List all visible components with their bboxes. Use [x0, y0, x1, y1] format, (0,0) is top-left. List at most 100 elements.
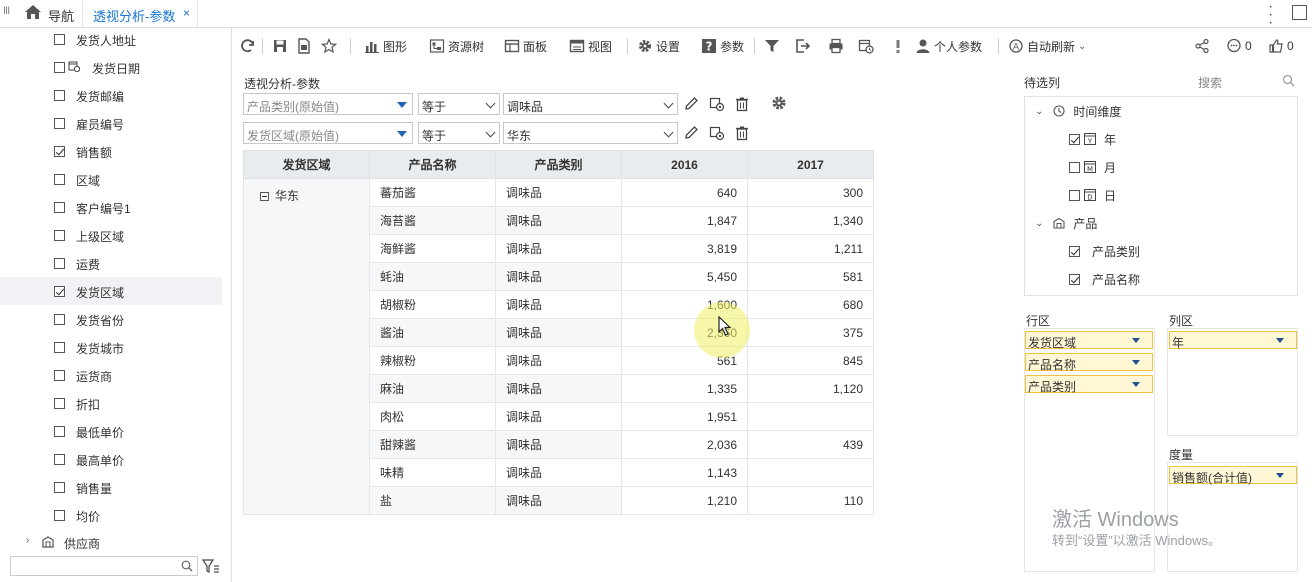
- field-chip[interactable]: 发货区域: [1025, 331, 1153, 350]
- chevron-down-icon[interactable]: ⌄: [1035, 106, 1043, 117]
- collapse-minus-icon[interactable]: [260, 192, 269, 201]
- field-checkbox[interactable]: [54, 342, 65, 353]
- field-checkbox[interactable]: [54, 482, 65, 493]
- tree-item[interactable]: M月: [1069, 157, 1116, 177]
- alert-button[interactable]: [890, 36, 909, 56]
- refresh-button[interactable]: [240, 36, 259, 56]
- filter-settings-gear-icon[interactable]: [771, 95, 787, 111]
- field-search-input[interactable]: [10, 556, 198, 576]
- field-item[interactable]: 区域: [0, 165, 222, 193]
- filter-operator-dropdown[interactable]: 等于: [418, 122, 500, 144]
- tree-item[interactable]: Y年: [1069, 129, 1116, 149]
- auto-refresh-button[interactable]: A 自动刷新 ⌄: [1008, 36, 1086, 56]
- graph-button[interactable]: 图形: [364, 36, 407, 56]
- field-checkbox[interactable]: [54, 62, 65, 73]
- edit-pencil-icon[interactable]: [683, 96, 699, 112]
- personal-params-button[interactable]: 个人参数: [915, 36, 982, 56]
- delete-trash-icon[interactable]: [734, 96, 750, 112]
- filter-field-dropdown[interactable]: 发货区域(原始值): [243, 122, 413, 144]
- tree-item-checkbox[interactable]: [1069, 245, 1080, 257]
- field-item[interactable]: 发货城市: [0, 333, 222, 361]
- search-icon[interactable]: [1282, 74, 1295, 87]
- view-button[interactable]: 视图: [569, 36, 612, 56]
- field-item[interactable]: 折扣: [0, 389, 222, 417]
- chip-dropdown-icon[interactable]: [1276, 338, 1284, 343]
- share-button[interactable]: [1194, 36, 1213, 56]
- tab-close-icon[interactable]: ×: [183, 6, 190, 20]
- field-item[interactable]: 发货邮编: [0, 81, 222, 109]
- tree-item[interactable]: 产品名称: [1069, 269, 1140, 289]
- window-restore-icon[interactable]: [1292, 5, 1307, 20]
- menu-icon[interactable]: III: [3, 5, 10, 17]
- tab-pivot-analysis[interactable]: 透视分析-参数 ×: [82, 0, 198, 28]
- panel-button[interactable]: 面板: [504, 36, 547, 56]
- column-header[interactable]: 2017: [747, 150, 874, 179]
- field-checkbox[interactable]: [54, 146, 65, 157]
- field-checkbox[interactable]: [54, 202, 65, 213]
- field-checkbox[interactable]: [54, 454, 65, 465]
- expand-arrow-icon[interactable]: ›: [26, 535, 29, 546]
- tree-item-checkbox[interactable]: [1069, 273, 1080, 285]
- tree-node-product[interactable]: ⌄ 产品: [1035, 213, 1097, 233]
- save-as-button[interactable]: [296, 36, 315, 56]
- like-button[interactable]: 0: [1268, 36, 1294, 56]
- field-checkbox[interactable]: [54, 286, 65, 297]
- candidate-search-input[interactable]: 搜索: [1198, 74, 1222, 91]
- schedule-button[interactable]: [858, 36, 877, 56]
- field-chip[interactable]: 年: [1169, 331, 1297, 350]
- field-chip[interactable]: 产品名称: [1025, 353, 1153, 372]
- chevron-down-icon[interactable]: ⌄: [1035, 218, 1043, 229]
- field-checkbox[interactable]: [54, 314, 65, 325]
- field-checkbox[interactable]: [54, 398, 65, 409]
- field-item[interactable]: 发货省份: [0, 305, 222, 333]
- nav-label[interactable]: 导航: [48, 6, 74, 25]
- field-item[interactable]: 运货商: [0, 361, 222, 389]
- field-item[interactable]: 销售额: [0, 137, 222, 165]
- tree-node-supplier[interactable]: › 供应商: [0, 530, 222, 554]
- filter-list-icon[interactable]: [202, 558, 220, 574]
- column-header[interactable]: 产品名称: [369, 150, 496, 179]
- tree-item-checkbox[interactable]: [1069, 133, 1080, 145]
- field-checkbox[interactable]: [54, 118, 65, 129]
- save-button[interactable]: [272, 36, 291, 56]
- tree-item[interactable]: D日: [1069, 185, 1116, 205]
- field-item[interactable]: 发货日期: [0, 53, 222, 81]
- field-checkbox[interactable]: [54, 258, 65, 269]
- field-checkbox[interactable]: [54, 34, 65, 45]
- edit-pencil-icon[interactable]: [683, 125, 699, 141]
- field-chip[interactable]: 产品类别: [1025, 375, 1153, 394]
- copy-settings-icon[interactable]: [709, 96, 725, 112]
- field-checkbox[interactable]: [54, 370, 65, 381]
- chip-dropdown-icon[interactable]: [1276, 473, 1284, 478]
- chip-dropdown-icon[interactable]: [1132, 360, 1140, 365]
- field-item[interactable]: 运费: [0, 249, 222, 277]
- tree-node-time-dimension[interactable]: ⌄ 时间维度: [1035, 101, 1121, 121]
- filter-operator-dropdown[interactable]: 等于: [418, 93, 500, 115]
- favorite-button[interactable]: [321, 36, 340, 56]
- tree-item[interactable]: 产品类别: [1069, 241, 1140, 261]
- column-header[interactable]: 2016: [621, 150, 748, 179]
- resource-tree-button[interactable]: 资源树: [429, 36, 484, 56]
- field-checkbox[interactable]: [54, 230, 65, 241]
- params-button[interactable]: ? 参数: [701, 36, 744, 56]
- filter-value-dropdown[interactable]: 调味品: [503, 93, 678, 115]
- field-checkbox[interactable]: [54, 426, 65, 437]
- field-item[interactable]: 均价: [0, 501, 222, 529]
- field-chip[interactable]: 销售额(合计值): [1169, 466, 1297, 485]
- delete-trash-icon[interactable]: [734, 125, 750, 141]
- field-checkbox[interactable]: [54, 174, 65, 185]
- field-item[interactable]: 最低单价: [0, 417, 222, 445]
- field-item[interactable]: 上级区域: [0, 221, 222, 249]
- settings-button[interactable]: 设置: [637, 36, 680, 56]
- chip-dropdown-icon[interactable]: [1132, 382, 1140, 387]
- field-item[interactable]: 客户编号1: [0, 193, 222, 221]
- filter-field-dropdown[interactable]: 产品类别(原始值): [243, 93, 413, 115]
- field-item[interactable]: 发货人地址: [0, 25, 222, 53]
- tree-item-checkbox[interactable]: [1069, 161, 1080, 173]
- filter-value-dropdown[interactable]: 华东: [503, 122, 678, 144]
- field-item[interactable]: 最高单价: [0, 445, 222, 473]
- field-checkbox[interactable]: [54, 90, 65, 101]
- field-item[interactable]: 发货区域: [0, 277, 222, 305]
- field-item[interactable]: 销售量: [0, 473, 222, 501]
- column-header[interactable]: 发货区域: [243, 150, 370, 179]
